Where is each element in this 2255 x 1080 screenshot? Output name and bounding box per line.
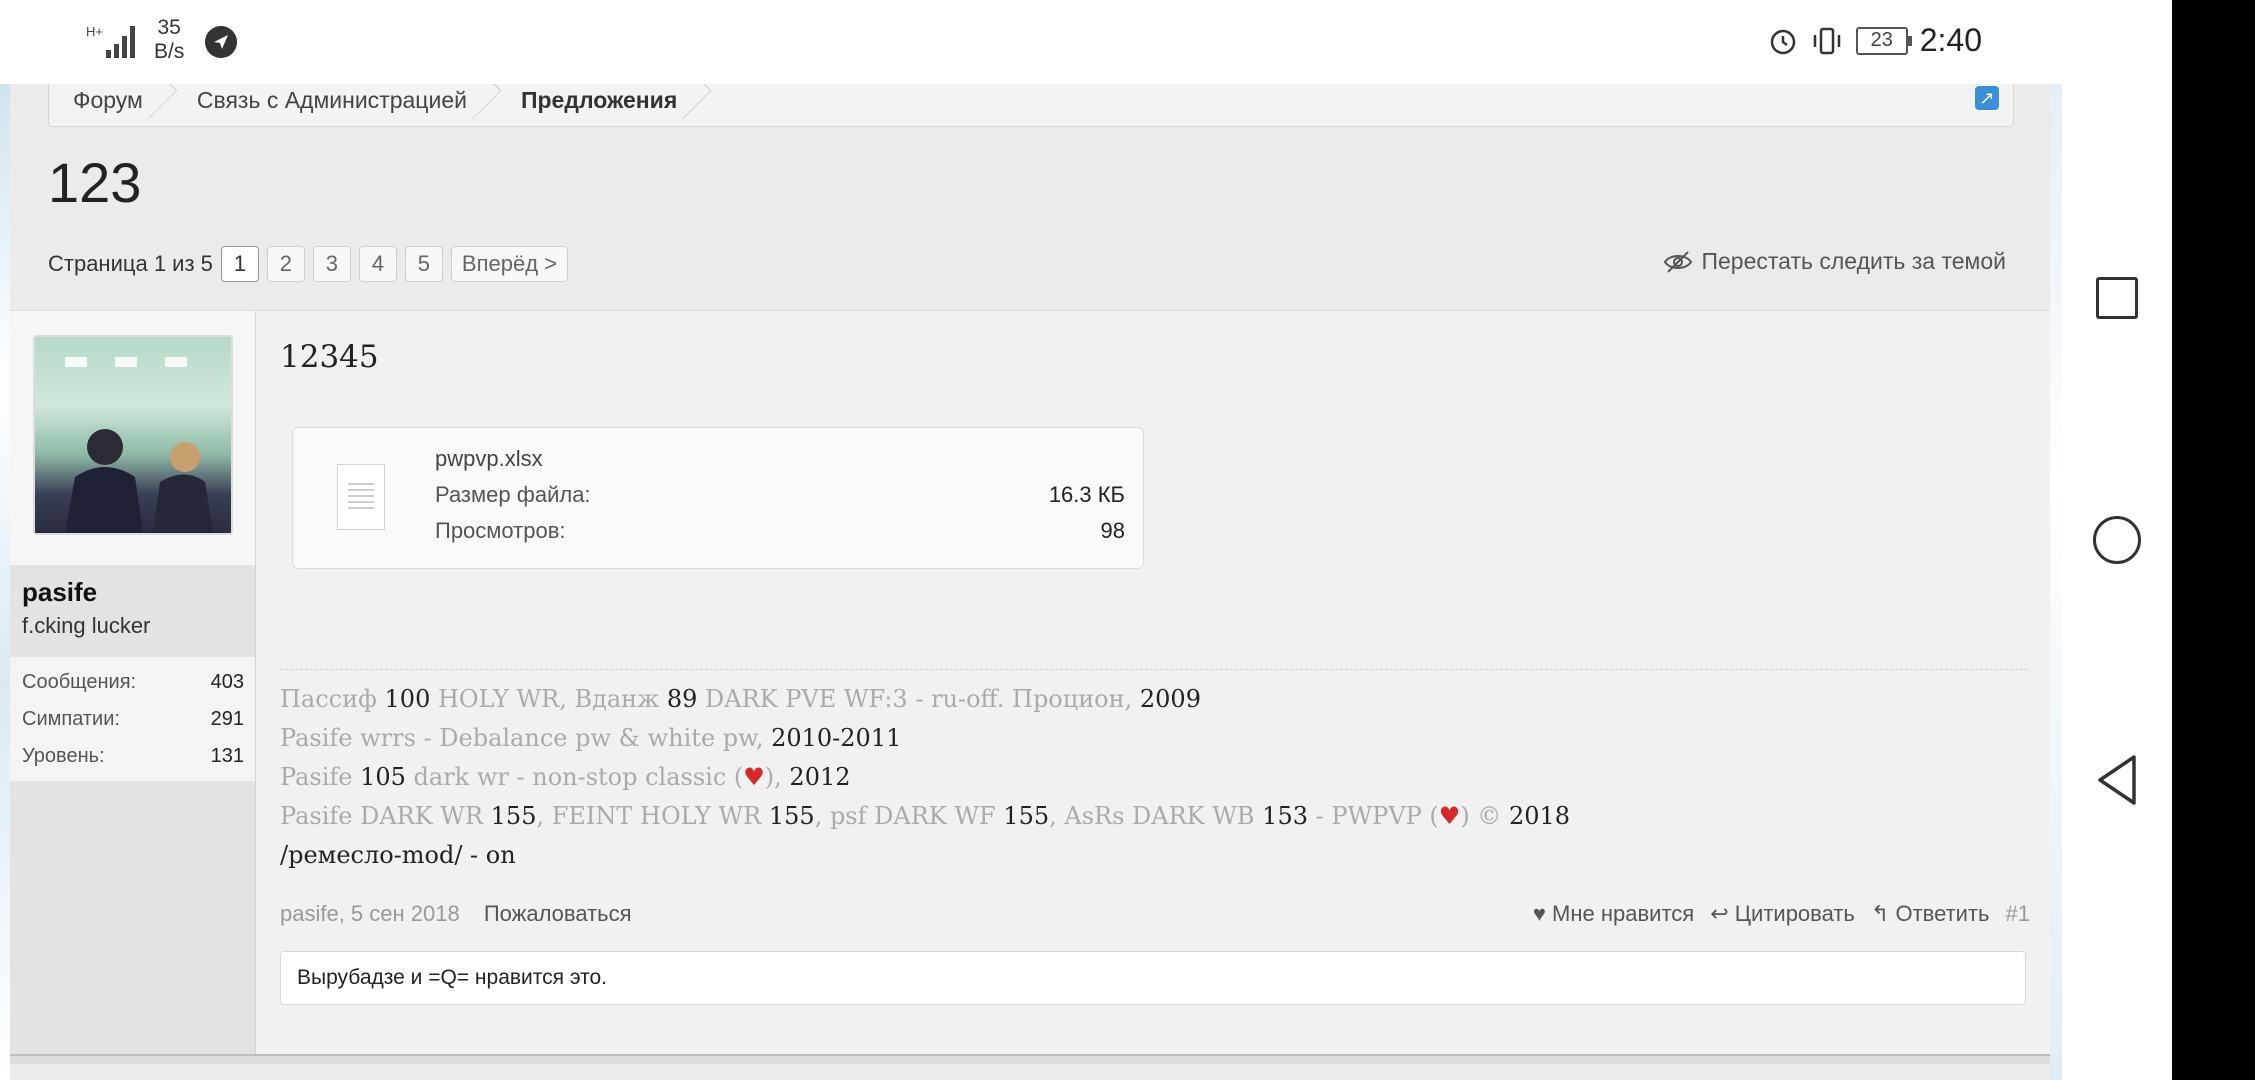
battery-icon: 23 [1855,26,1912,55]
reply-icon: ↰ [1870,901,1890,926]
background-edge [0,84,10,1080]
file-icon [337,464,385,530]
unwatch-label: Перестать следить за темой [1701,248,2006,274]
pagination: Страница 1 из 5 1 2 3 4 5 Вперёд > [48,246,568,282]
signature-line-4: Pasife DARK WR 155, FEINT HOLY WR 155, p… [280,802,1570,830]
home-button[interactable] [2093,516,2141,564]
signature-segment: dark wr - non-stop classic ( [405,763,744,791]
page-1-button[interactable]: 1 [220,246,259,282]
page-label: Страница 1 из 5 [48,251,213,276]
signature-segment: Pasife DARK WR [280,802,491,830]
signature-segment: Pasife wrrs - Debalance pw & white pw, [280,724,772,752]
post-author-sidebar: pasife f.cking lucker Сообщения: 403 Симп… [10,311,256,1055]
signature-segment: 155 [490,802,537,830]
alarm-icon [1770,29,1795,54]
signature-segment: 2012 [789,763,851,791]
heart-icon: ♥ [1532,901,1546,926]
heart-emoji: ♥ [1438,802,1461,830]
signature-segment: Pasife [280,763,361,791]
eye-slash-icon [1664,250,1693,273]
next-post-edge [10,1054,2050,1064]
signature-segment: 105 [360,763,406,791]
breadcrumb-admin-contact[interactable]: Связь с Администрацией [173,80,497,126]
like-button[interactable]: ♥ Мне нравится [1533,901,1694,927]
unwatch-thread-link[interactable]: Перестать следить за темой [1663,248,2006,275]
signature-segment: Пассиф [280,685,385,713]
background-edge [2050,84,2062,1080]
signature-segment: ), [764,763,790,791]
signature-segment: 100 [384,685,431,713]
author-username[interactable]: pasife [22,577,97,608]
attachment-filename[interactable]: pwpvp.xlsx [435,446,543,472]
thread-title: 123 [48,151,142,214]
stat-messages: Сообщения: 403 [22,671,244,693]
breadcrumb-forum[interactable]: Форум [49,80,173,126]
signature-divider [280,669,2028,670]
attachment-card[interactable]: pwpvp.xlsx Размер файла: 16.3 КБ Просмотр… [292,427,1144,569]
post-text: 12345 [280,339,379,375]
signature-segment: ) © [1460,802,1509,830]
post-number[interactable]: #1 [2006,901,2030,927]
signature-segment: , FEINT HOLY WR [536,802,769,830]
report-link[interactable]: Пожаловаться [484,901,632,926]
signature-line-5: /ремесло-mod/ - on [280,841,516,869]
likes-summary: Вырубадзе и =Q= нравится это. [280,951,2026,1005]
page-5-button[interactable]: 5 [404,246,443,282]
signature-line-2: Pasife wrrs - Debalance pw & white pw, 2… [280,724,901,752]
signature-segment: 2018 [1508,802,1571,830]
navigation-icon [205,26,237,58]
avatar-photo [65,357,213,533]
svg-text:H+: H+ [86,24,103,39]
clock: 2:40 [1919,22,1982,58]
page-3-button[interactable]: 3 [312,246,351,282]
post-footer: pasife, 5 сен 2018 Пожаловаться ♥ Мне нр… [280,901,2030,937]
breadcrumb: Форум Связь с Администрацией Предложения… [48,80,2014,127]
signature-segment: 89 [666,685,698,713]
heart-emoji: ♥ [743,763,765,791]
attachment-size: Размер файла: 16.3 КБ [435,482,1125,507]
signature-segment: DARK PVE WF:3 - ru-off. Процион, [697,685,1140,713]
signature-segment: 2010-2011 [771,724,902,752]
signature-segment: HOLY WR, Вданж [430,685,667,713]
author-title: f.cking lucker [22,613,151,638]
post-meta[interactable]: pasife, 5 сен 2018 [280,901,460,926]
external-link-icon[interactable]: ↗ [1975,86,1999,110]
stat-likes: Симпатии: 291 [22,708,244,730]
signature-line-3: Pasife 105 dark wr - non-stop classic (♥… [280,763,851,791]
signal-icon: H+ [86,24,135,58]
signature-segment: 155 [1003,802,1050,830]
net-speed: 35 B/s [154,16,185,63]
status-bar: H+ 35 B/s 23 2:40 [0,0,2062,84]
signature-segment: , AsRs DARK WB [1049,802,1263,830]
signature-segment: /ремесло-mod/ - on [280,841,516,869]
vibrate-icon [1813,27,1840,54]
screen-margin [2172,0,2255,1080]
avatar[interactable] [33,335,233,535]
signature-segment: , psf DARK WF [814,802,1004,830]
quote-button[interactable]: ↩ Цитировать [1710,901,1855,927]
signature-segment: 2009 [1139,685,1201,713]
signature-line-1: Пассиф 100 HOLY WR, Вданж 89 DARK PVE WF… [280,685,1201,713]
post-content: 12345 pwpvp.xlsx Размер файла: 16.3 КБ Пр… [280,311,2030,1055]
reply-button[interactable]: ↰ Ответить [1871,901,1990,927]
attachment-views: Просмотров: 98 [435,518,1125,543]
stat-level: Уровень: 131 [22,745,244,767]
page-4-button[interactable]: 4 [358,246,397,282]
signature-segment: 153 [1262,802,1308,830]
recent-apps-button[interactable] [2096,277,2138,319]
browser-screen: H+ 35 B/s 23 2:40 Форум Связь с Админист… [0,0,2062,1080]
page-2-button[interactable]: 2 [266,246,305,282]
signature-segment: 155 [768,802,815,830]
next-page-button[interactable]: Вперёд > [450,246,568,282]
reply-all-icon: ↩ [1710,901,1729,926]
avatar-container [10,311,255,565]
system-navigation-bar [2062,0,2172,1080]
author-stats: Сообщения: 403 Симпатии: 291 Уровень: 131 [10,657,255,781]
post: pasife f.cking lucker Сообщения: 403 Симп… [10,310,2050,1055]
signature-segment: - PWPVP ( [1307,802,1439,830]
breadcrumb-suggestions[interactable]: Предложения [497,80,707,126]
back-button[interactable] [2096,754,2138,806]
